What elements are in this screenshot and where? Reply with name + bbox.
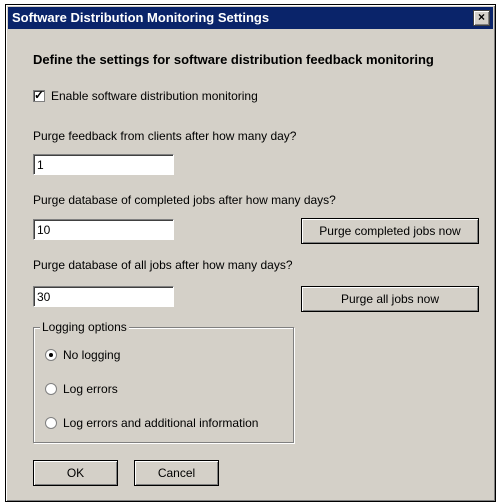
window-title: Software Distribution Monitoring Setting… — [12, 10, 270, 25]
enable-monitoring-row[interactable]: ✓ Enable software distribution monitorin… — [33, 88, 258, 103]
purge-feedback-input[interactable] — [33, 154, 174, 175]
purge-all-button[interactable]: Purge all jobs now — [301, 286, 479, 312]
purge-all-label: Purge database of all jobs after how man… — [33, 258, 293, 272]
dialog-heading: Define the settings for software distrib… — [33, 52, 434, 67]
log-errors-additional-radio[interactable] — [45, 417, 57, 429]
purge-all-input[interactable] — [33, 286, 174, 307]
close-button[interactable]: × — [473, 10, 490, 26]
log-errors-radio[interactable] — [45, 383, 57, 395]
radio-row-log-errors[interactable]: Log errors — [45, 382, 118, 396]
purge-completed-input[interactable] — [33, 219, 174, 240]
logging-options-group: Logging options No logging Log errors Lo… — [33, 320, 294, 443]
cancel-button[interactable]: Cancel — [134, 460, 219, 486]
no-logging-radio[interactable] — [45, 349, 57, 361]
ok-button[interactable]: OK — [33, 460, 118, 486]
radio-row-log-errors-additional[interactable]: Log errors and additional information — [45, 416, 258, 430]
radio-row-no-logging[interactable]: No logging — [45, 348, 120, 362]
logging-options-label: Logging options — [40, 320, 129, 334]
purge-feedback-label: Purge feedback from clients after how ma… — [33, 129, 297, 143]
settings-dialog: Software Distribution Monitoring Setting… — [5, 4, 496, 502]
check-icon: ✓ — [34, 88, 45, 102]
enable-monitoring-label: Enable software distribution monitoring — [51, 89, 258, 103]
log-errors-additional-label: Log errors and additional information — [63, 416, 259, 430]
purge-completed-button[interactable]: Purge completed jobs now — [301, 218, 479, 244]
purge-completed-label: Purge database of completed jobs after h… — [33, 193, 336, 207]
log-errors-label: Log errors — [63, 382, 118, 396]
close-icon: × — [477, 10, 485, 24]
title-bar[interactable]: Software Distribution Monitoring Setting… — [8, 7, 493, 29]
enable-monitoring-checkbox[interactable]: ✓ — [33, 88, 45, 102]
radio-selected-dot — [49, 353, 53, 357]
no-logging-label: No logging — [63, 348, 121, 362]
